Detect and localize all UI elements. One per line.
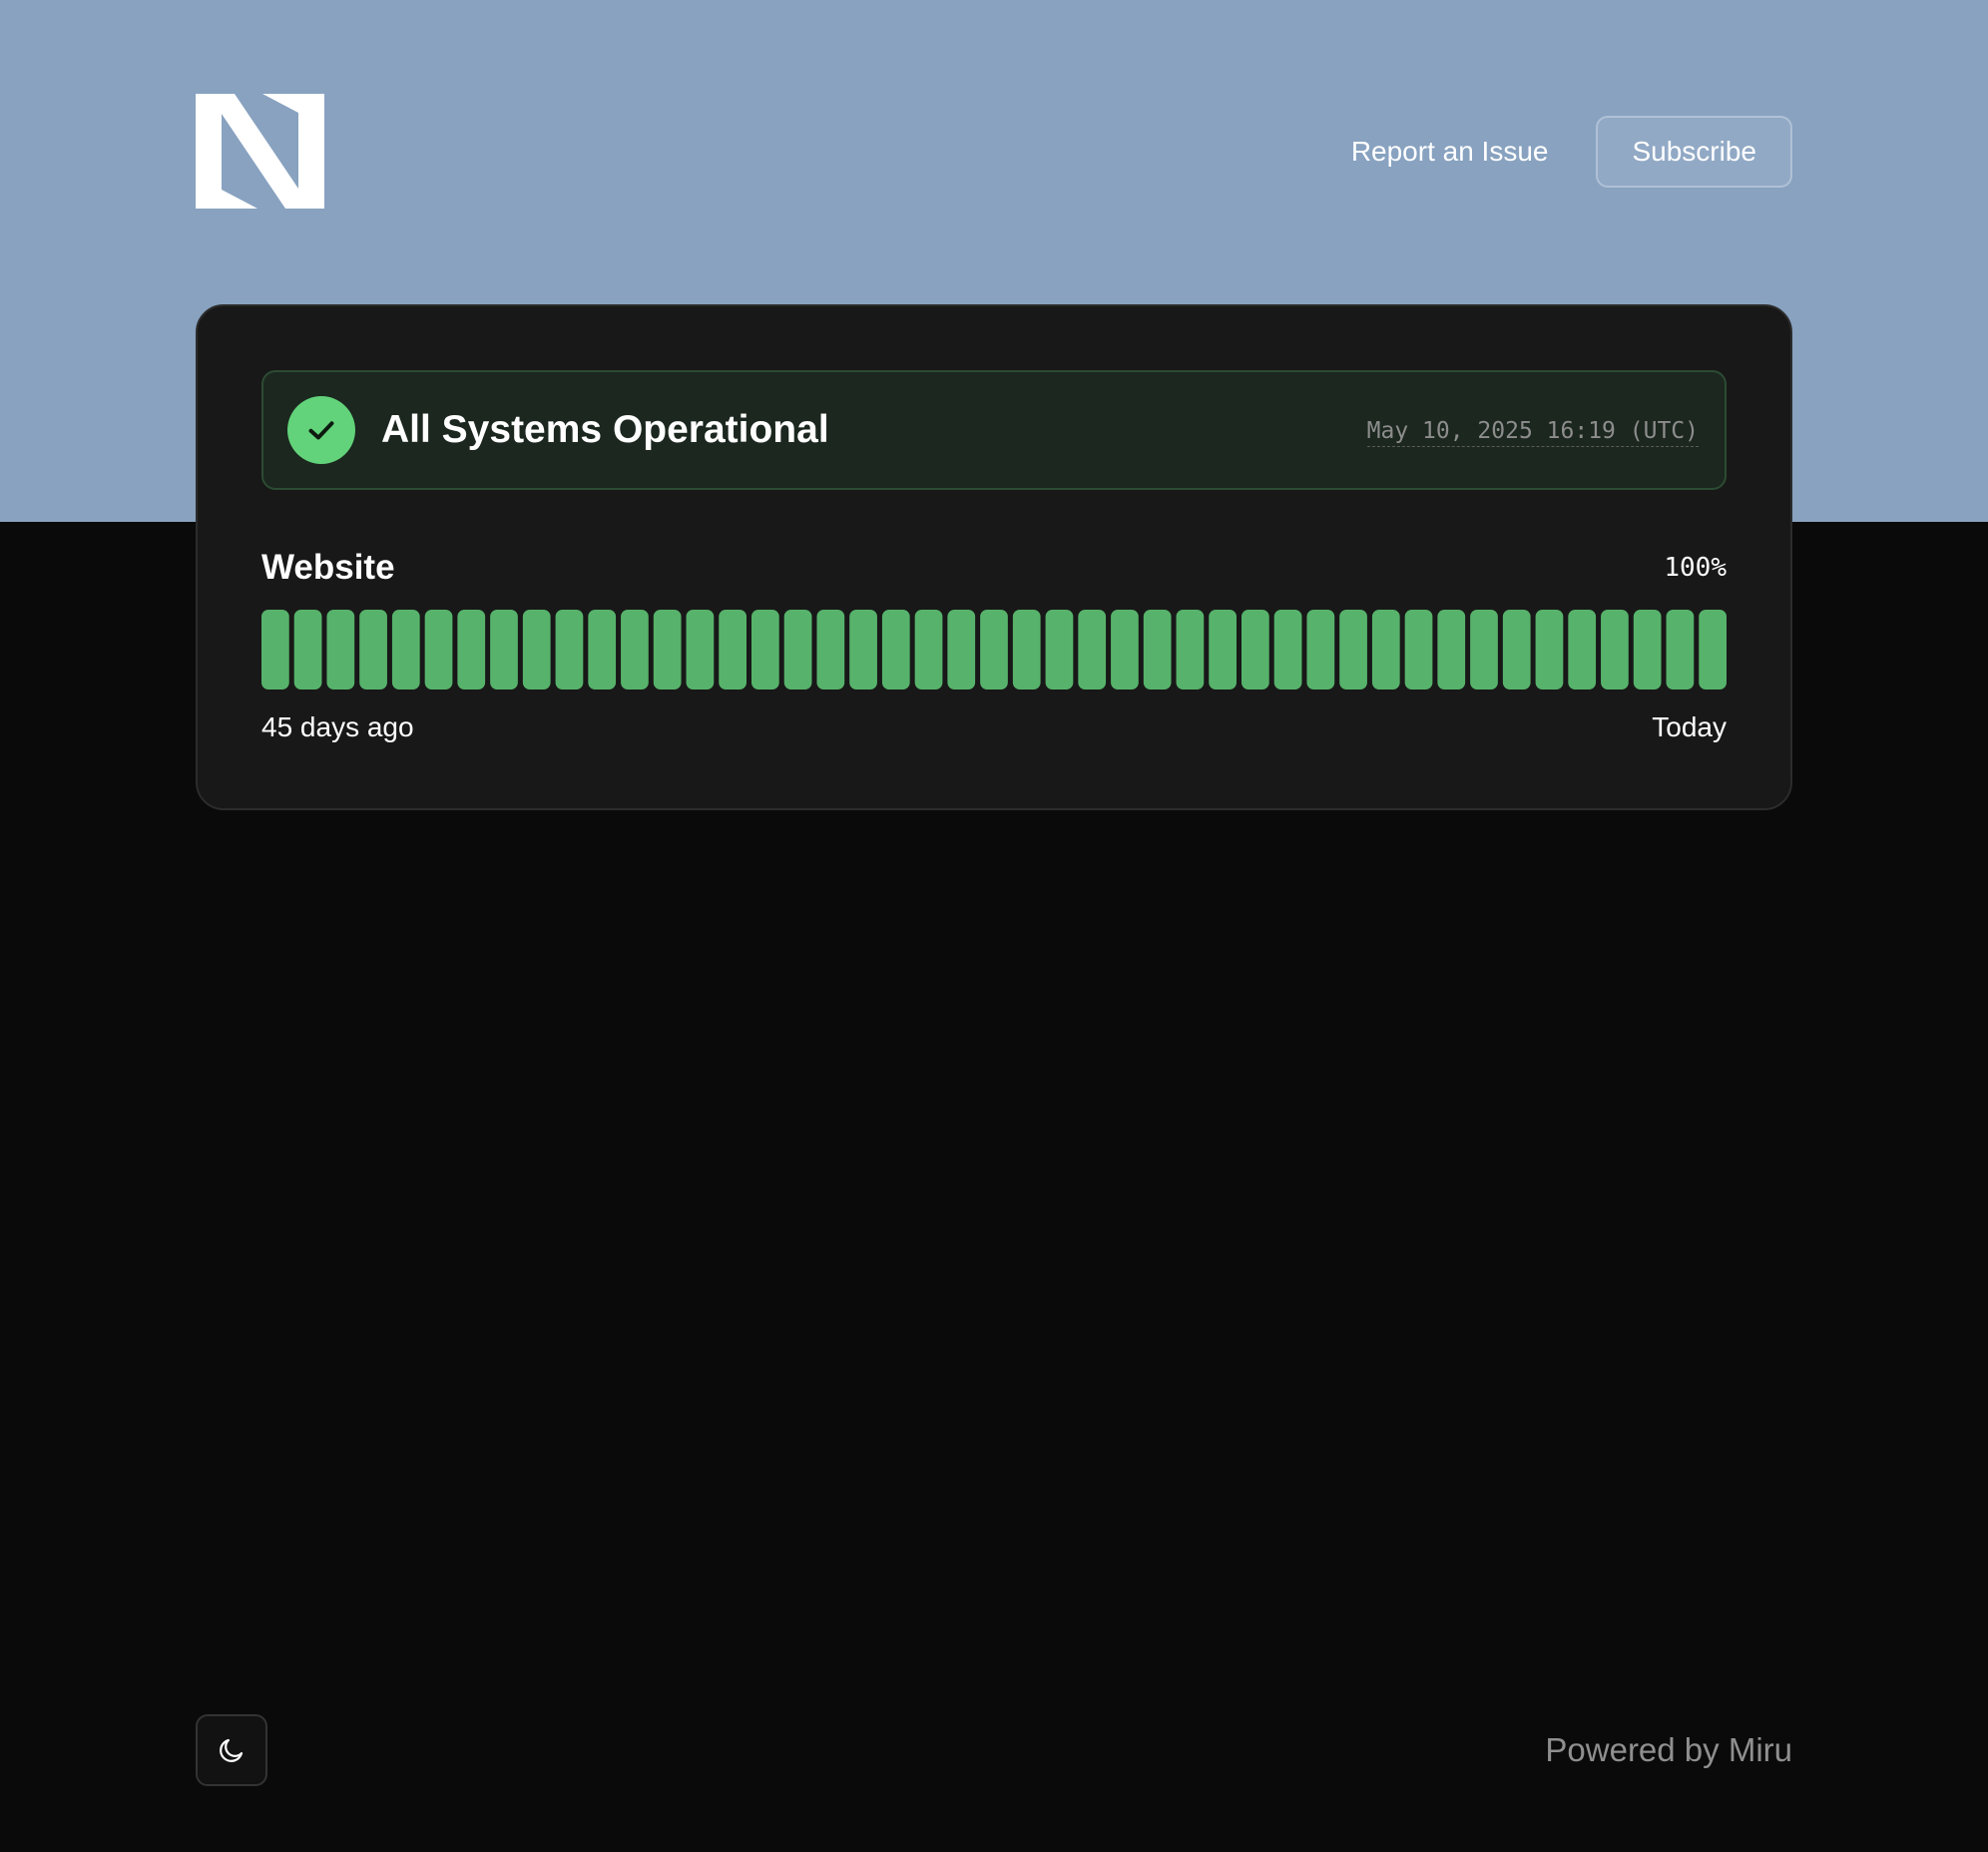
uptime-day-bar[interactable]	[1633, 610, 1662, 690]
uptime-day-bar[interactable]	[1242, 610, 1269, 690]
uptime-day-bar[interactable]	[293, 610, 322, 690]
uptime-day-bar[interactable]	[1306, 610, 1335, 690]
subscribe-button[interactable]: Subscribe	[1596, 116, 1792, 188]
uptime-day-bar[interactable]	[1078, 610, 1107, 690]
uptime-day-bar[interactable]	[947, 610, 976, 690]
uptime-day-bar[interactable]	[1371, 610, 1400, 690]
range-start-label: 45 days ago	[261, 711, 414, 742]
moon-icon	[220, 1738, 244, 1762]
uptime-day-bar[interactable]	[1437, 610, 1466, 690]
uptime-day-bar[interactable]	[457, 610, 486, 690]
uptime-day-bar[interactable]	[783, 610, 812, 690]
uptime-day-bar[interactable]	[1339, 610, 1367, 690]
header-nav: Report an Issue Subscribe	[1351, 116, 1792, 188]
logo-icon[interactable]	[196, 94, 324, 209]
uptime-day-bar[interactable]	[1601, 610, 1629, 690]
uptime-day-bar[interactable]	[522, 610, 551, 690]
uptime-day-bar[interactable]	[1143, 610, 1172, 690]
status-banner: All Systems Operational May 10, 2025 16:…	[261, 370, 1727, 490]
uptime-day-bar[interactable]	[1568, 610, 1597, 690]
service-name: Website	[261, 548, 395, 587]
uptime-day-bar[interactable]	[555, 610, 584, 690]
uptime-day-bar[interactable]	[1209, 610, 1237, 690]
range-end-label: Today	[1652, 711, 1727, 742]
uptime-day-bar[interactable]	[261, 610, 289, 690]
uptime-day-bar[interactable]	[751, 610, 779, 690]
uptime-day-bar[interactable]	[1502, 610, 1531, 690]
uptime-day-bar[interactable]	[1535, 610, 1564, 690]
uptime-day-bar[interactable]	[424, 610, 453, 690]
uptime-day-bar[interactable]	[326, 610, 355, 690]
uptime-day-bar[interactable]	[1176, 610, 1205, 690]
uptime-bar-chart	[261, 610, 1727, 690]
uptime-day-bar[interactable]	[621, 610, 649, 690]
check-icon	[287, 396, 355, 464]
uptime-day-bar[interactable]	[588, 610, 617, 690]
uptime-day-bar[interactable]	[391, 610, 420, 690]
uptime-day-bar[interactable]	[653, 610, 682, 690]
powered-by-text[interactable]: Powered by Miru	[1545, 1730, 1792, 1770]
uptime-day-bar[interactable]	[719, 610, 746, 690]
uptime-day-bar[interactable]	[1470, 610, 1498, 690]
uptime-day-bar[interactable]	[490, 610, 518, 690]
uptime-day-bar[interactable]	[980, 610, 1008, 690]
report-issue-link[interactable]: Report an Issue	[1351, 136, 1549, 168]
status-card: All Systems Operational May 10, 2025 16:…	[196, 304, 1792, 810]
status-timestamp[interactable]: May 10, 2025 16:19 (UTC)	[1366, 416, 1699, 447]
uptime-day-bar[interactable]	[1404, 610, 1433, 690]
uptime-day-bar[interactable]	[914, 610, 943, 690]
uptime-day-bar[interactable]	[1045, 610, 1074, 690]
uptime-day-bar[interactable]	[359, 610, 387, 690]
uptime-day-bar[interactable]	[1666, 610, 1695, 690]
uptime-day-bar[interactable]	[881, 610, 910, 690]
theme-toggle-button[interactable]	[196, 1714, 267, 1786]
uptime-day-bar[interactable]	[1012, 610, 1041, 690]
uptime-day-bar[interactable]	[849, 610, 877, 690]
uptime-day-bar[interactable]	[816, 610, 845, 690]
uptime-day-bar[interactable]	[1111, 610, 1139, 690]
uptime-day-bar[interactable]	[686, 610, 715, 690]
status-title: All Systems Operational	[381, 408, 829, 451]
uptime-day-bar[interactable]	[1273, 610, 1302, 690]
uptime-day-bar[interactable]	[1699, 610, 1727, 690]
uptime-percentage: 100%	[1664, 553, 1727, 583]
